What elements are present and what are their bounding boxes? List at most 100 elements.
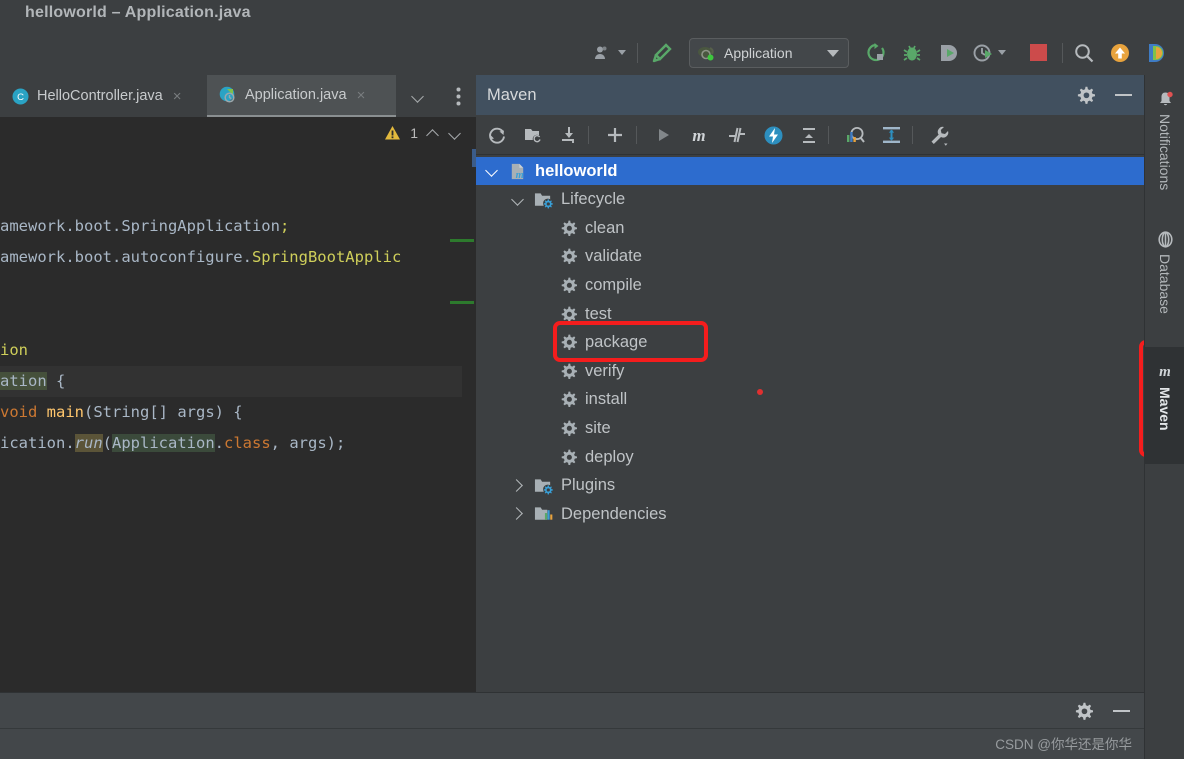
maven-goal-gear-icon [561,334,577,351]
update-project-button[interactable] [1106,30,1134,75]
code-token: ication. [0,434,75,452]
tab-more-options-button[interactable] [444,75,472,117]
editor-tab-application[interactable]: Application.java × [207,75,396,117]
stripe-button-maven[interactable]: m Maven [1145,347,1184,464]
code-token: SpringBootApplic [251,248,402,266]
maven-tree-row[interactable]: compile [476,271,1144,299]
plus-icon [608,128,622,142]
maven-tree-row[interactable]: m helloworld [476,157,1144,185]
warning-count: 1 [410,125,418,141]
profiler-button[interactable] [968,30,1010,75]
maven-panel-title: Maven [487,85,537,104]
maven-hide-button[interactable] [1115,93,1132,97]
maven-goal-gear-icon [560,277,577,294]
chevron-down-icon[interactable] [510,192,526,208]
reload-all-maven-projects-button[interactable] [482,115,512,155]
code-line: ation { [0,366,476,397]
code-token: . [214,434,224,452]
maven-project-tree[interactable]: m helloworld Lifecycle clean validate compile… [476,156,1144,692]
title-bar: helloworld – Application.java [0,0,1184,30]
bottom-bar [0,692,1144,728]
editor-marker-gutter[interactable] [450,149,476,692]
stripe-button-database[interactable]: Database [1145,223,1184,314]
maven-goal-gear-icon [560,420,577,437]
maven-tree-row[interactable]: clean [476,214,1144,242]
search-everywhere-button[interactable] [1070,30,1098,75]
run-triangle-icon [659,129,669,141]
maven-panel-header: Maven [476,75,1144,115]
build-project-button[interactable] [647,30,677,75]
tab-list-button[interactable] [404,75,432,117]
svg-text:m: m [516,170,524,181]
chevron-up-icon[interactable] [427,127,440,140]
run-with-coverage-button[interactable] [934,30,962,75]
maven-tree-row[interactable]: Plugins [476,472,1144,500]
bottom-hide-button[interactable] [1113,709,1130,713]
add-maven-project-button[interactable] [600,115,630,155]
maven-tree-label: install [585,390,628,409]
run-maven-build-button[interactable] [648,115,678,155]
settings-gear-icon [1077,86,1095,104]
svg-text:C: C [17,92,24,103]
maven-tree-label: Plugins [561,476,616,495]
toolbar-divider [912,126,913,144]
show-dependency-diagram-button[interactable] [876,115,906,155]
maven-tree-label: validate [585,247,642,266]
maven-tree-row[interactable]: Lifecycle [476,186,1144,214]
hide-panel-icon [1113,709,1130,713]
code-token: , args); [270,434,346,452]
bottom-settings-button[interactable] [1074,702,1093,721]
maven-tree-row[interactable]: install [476,386,1144,414]
chevron-down-icon[interactable] [449,127,462,140]
stripe-button-notifications[interactable]: Notifications [1145,83,1184,190]
maven-tree-row[interactable]: deploy [476,443,1144,471]
tab-list-chevron-icon [412,90,425,103]
toggle-offline-mode-button[interactable] [758,115,788,155]
generate-sources-button[interactable] [518,115,548,155]
show-dependencies-button[interactable] [840,115,870,155]
maven-project-icon: m [508,162,527,181]
maven-settings-button[interactable] [1076,86,1095,105]
maven-tree-row[interactable]: Dependencies [476,500,1144,528]
maven-tree-row[interactable]: validate [476,243,1144,271]
notification-bell-icon [1157,91,1174,108]
maven-tree-label: test [585,304,612,323]
editor-tab-hellocontroller[interactable]: C HelloController.java × [0,75,207,117]
maven-tree-row[interactable]: verify [476,357,1144,385]
maven-tool-window: Maven m m helloworld Lifecycle clean val… [476,75,1144,692]
download-sources-button[interactable] [554,115,584,155]
reload-icon [489,127,505,144]
collapse-all-button[interactable] [794,115,824,155]
rerun-icon [867,42,885,61]
debug-button[interactable] [898,30,926,75]
maven-tree-row[interactable]: test [476,300,1144,328]
stop-button[interactable] [1024,30,1052,75]
chevron-down-icon [618,50,626,55]
code-content[interactable]: amework.boot.SpringApplication; amework.b… [0,149,476,692]
maven-settings-wrench-button[interactable] [924,115,954,155]
user-settings-button[interactable] [590,30,630,75]
maven-tree-row[interactable]: package [476,329,1144,357]
maven-tree-row[interactable]: site [476,414,1144,442]
lifecycle-folder-icon [534,191,553,209]
maven-goal-gear-icon [561,420,577,436]
chevron-right-icon[interactable] [510,478,526,494]
chevron-down-icon[interactable] [484,163,500,179]
maven-tree-label: clean [585,218,625,237]
ide-helper-button[interactable] [1142,30,1170,75]
code-line: ion [0,335,476,366]
editor-inspection-widget: 1 [356,117,476,149]
toolbar-divider [636,126,637,144]
chevron-right-icon[interactable] [510,506,526,522]
rerun-button[interactable] [862,30,890,75]
close-icon[interactable]: × [357,88,366,103]
close-icon[interactable]: × [173,89,182,104]
java-class-icon: C [12,88,29,104]
toggle-skip-tests-button[interactable] [722,115,752,155]
run-configuration-selector[interactable]: Application [689,38,849,68]
execute-maven-goal-button[interactable]: m [684,115,714,155]
code-editor[interactable]: 1 amework.boot.SpringApplication; amework… [0,117,476,692]
code-line: void main(String[] args) { [0,397,476,428]
code-token: amework.boot.SpringApplication [0,217,280,235]
